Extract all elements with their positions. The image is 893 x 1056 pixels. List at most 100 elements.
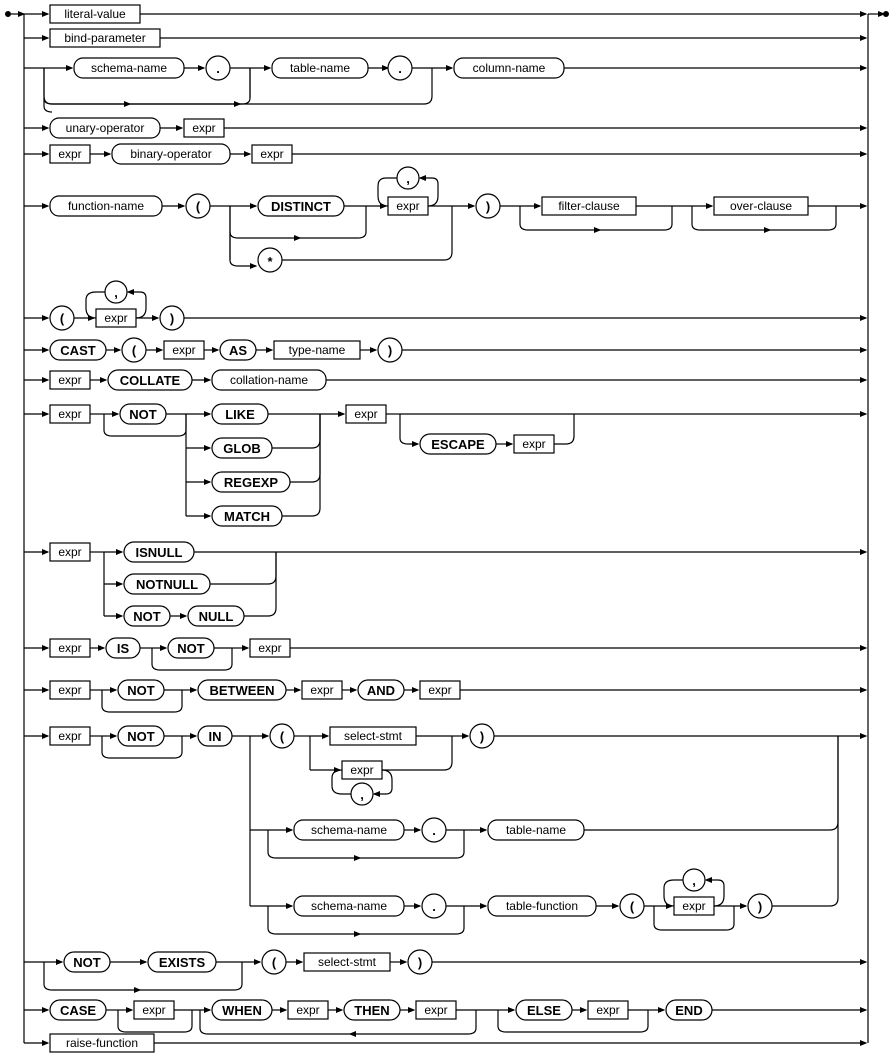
branch-raise: raise-function [24,1034,866,1052]
schema-name-node-in[interactable]: schema-name [311,823,387,837]
branch-binary: expr binary-operator expr [24,144,866,164]
match-keyword: MATCH [224,509,270,524]
schema-name-node[interactable]: schema-name [91,61,167,75]
branch-column-ref: schema-name . table-name . [24,56,866,112]
dot-node-in1: . [432,823,436,838]
expr-node-else[interactable]: expr [596,1003,619,1017]
expr-node-bin-l[interactable]: expr [58,147,81,161]
select-stmt-node-ex[interactable]: select-stmt [318,955,377,969]
expr-node-cast[interactable]: expr [172,343,195,357]
in-keyword: IN [209,729,222,744]
rparen-node-in: ) [480,729,484,744]
lparen-node-fn: ( [196,199,201,214]
column-name-node[interactable]: column-name [473,61,546,75]
cast-keyword: CAST [60,343,95,358]
expr-node-fnarg[interactable]: expr [396,199,419,213]
expr-node-like-l[interactable]: expr [58,407,81,421]
comma-node-fn: , [406,171,410,186]
expr-node-btw-2[interactable]: expr [428,683,451,697]
branch-nulltest: expr ISNULL NOTNULL NOT NULL [24,542,866,626]
lparen-node-list: ( [60,311,65,326]
branch-case: CASE expr WHEN expr THEN expr ELSE expr [24,1000,866,1034]
rparen-node-list: ) [170,311,174,326]
expr-node-escape[interactable]: expr [522,437,545,451]
raise-function-node[interactable]: raise-function [66,1036,138,1050]
expr-node-null[interactable]: expr [58,545,81,559]
branch-function-call: function-name ( DISTINCT expr , * [24,167,866,272]
literal-value-node[interactable]: literal-value [64,7,126,21]
expr-node-is-l[interactable]: expr [58,641,81,655]
collate-keyword: COLLATE [120,373,181,388]
expr-node-in-l[interactable]: expr [58,729,81,743]
filter-clause-node[interactable]: filter-clause [558,199,620,213]
rparen-node-ex: ) [418,955,422,970]
expr-node-then[interactable]: expr [424,1003,447,1017]
comma-node-list: , [114,285,118,300]
not-keyword-in: NOT [127,729,155,744]
lparen-node-in: ( [280,729,285,744]
collation-name-node[interactable]: collation-name [230,373,308,387]
escape-keyword: ESCAPE [431,437,485,452]
as-keyword: AS [229,343,247,358]
null-keyword: NULL [199,609,234,624]
not-keyword-exists: NOT [73,955,101,970]
select-stmt-node-in[interactable]: select-stmt [344,729,403,743]
function-name-node[interactable]: function-name [68,199,144,213]
type-name-node[interactable]: type-name [289,343,346,357]
table-function-node[interactable]: table-function [506,899,578,913]
branch-in: expr NOT IN ( select-stmt expr , [24,724,866,934]
dot-node-1: . [216,61,220,76]
expr-node-is-r[interactable]: expr [258,641,281,655]
lparen-node-tfn: ( [630,899,635,914]
schema-name-node-in2[interactable]: schema-name [311,899,387,913]
dot-node-2: . [398,61,402,76]
case-keyword: CASE [60,1003,96,1018]
rparen-node-fn: ) [486,199,490,214]
exists-keyword: EXISTS [159,955,206,970]
table-name-node[interactable]: table-name [290,61,350,75]
branch-between: expr NOT BETWEEN expr AND expr [24,680,866,712]
end-keyword: END [675,1003,702,1018]
expr-node-when[interactable]: expr [296,1003,319,1017]
comma-node-tfn: , [692,873,696,888]
lparen-node-cast: ( [132,343,137,358]
when-keyword: WHEN [222,1003,262,1018]
notnull-keyword: NOTNULL [136,577,198,592]
branch-is: expr IS NOT expr [24,638,866,670]
is-keyword: IS [117,641,130,656]
over-clause-node[interactable]: over-clause [730,199,792,213]
lparen-node-ex: ( [272,955,277,970]
branch-paren-expr-list: ( expr , ) [24,281,866,330]
like-keyword: LIKE [225,407,255,422]
expr-node-inlist[interactable]: expr [350,763,373,777]
comma-node-in: , [360,787,364,802]
branch-like: expr NOT LIKE GLOB REGEXP [24,404,866,526]
expr-node-unary[interactable]: expr [192,121,215,135]
dot-node-in2: . [432,899,436,914]
expr-node-btw-1[interactable]: expr [310,683,333,697]
expr-node-btw-l[interactable]: expr [58,683,81,697]
then-keyword: THEN [354,1003,389,1018]
expr-node-tfn[interactable]: expr [682,899,705,913]
not-like-keyword: NOT [129,407,157,422]
binary-operator-node[interactable]: binary-operator [130,147,211,161]
branch-cast: CAST ( expr AS type-name ) [24,338,866,362]
distinct-keyword: DISTINCT [271,199,331,214]
expr-node-list[interactable]: expr [104,311,127,325]
expr-node-bin-r[interactable]: expr [260,147,283,161]
expr-node-like-r[interactable]: expr [354,407,377,421]
rparen-node-cast: ) [388,343,392,358]
table-name-node-in[interactable]: table-name [506,823,566,837]
else-keyword: ELSE [527,1003,561,1018]
unary-operator-node[interactable]: unary-operator [66,121,145,135]
isnull-keyword: ISNULL [136,545,183,560]
regexp-keyword: REGEXP [224,475,279,490]
branch-unary: unary-operator expr [24,118,866,138]
bind-parameter-node[interactable]: bind-parameter [64,31,145,45]
expr-node-case-head[interactable]: expr [142,1003,165,1017]
not-keyword-is: NOT [177,641,205,656]
branch-literal-value: literal-value [24,5,866,23]
rparen-node-tfn: ) [758,899,762,914]
expr-node-collate[interactable]: expr [58,373,81,387]
glob-keyword: GLOB [223,441,261,456]
